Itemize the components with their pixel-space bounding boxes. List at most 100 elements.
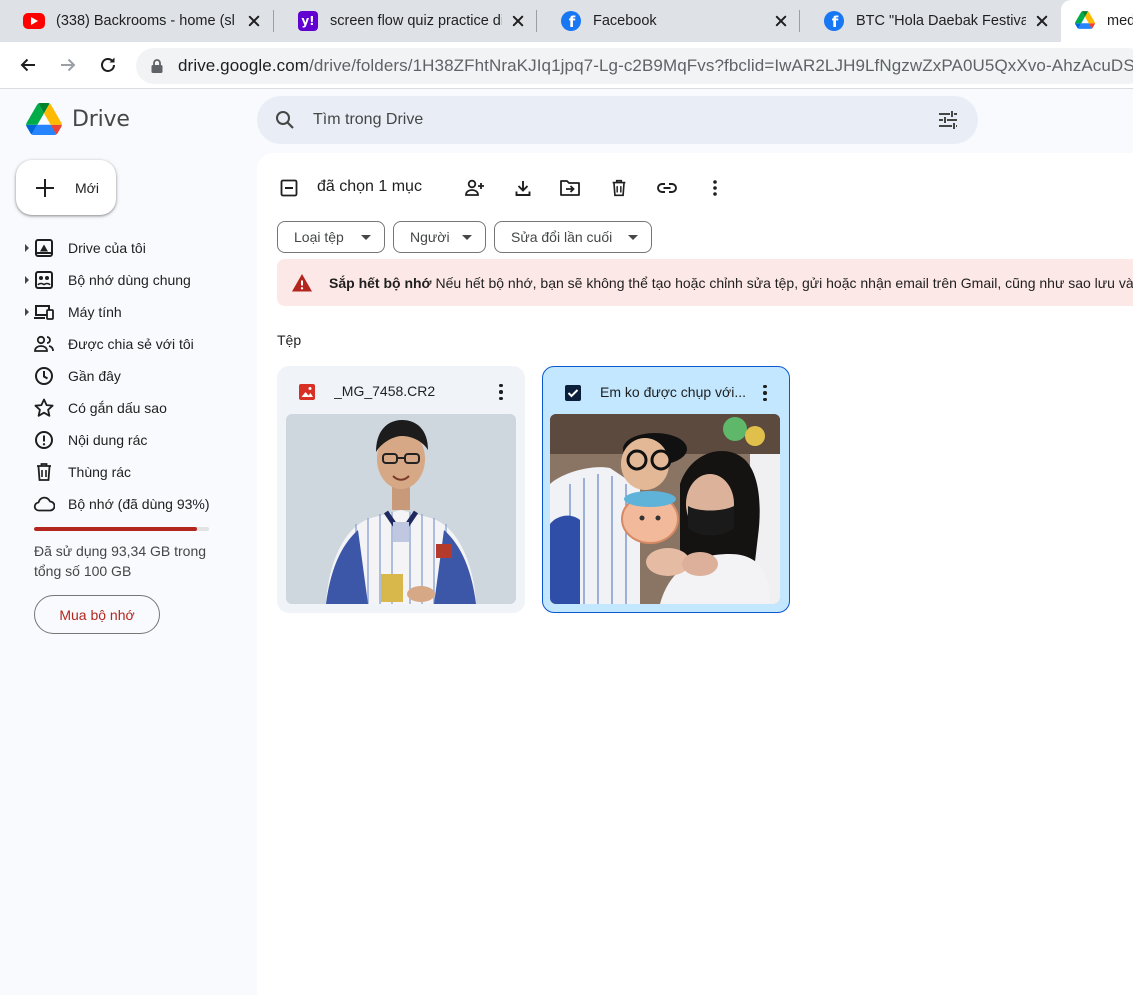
sidebar-item-computers[interactable]: Máy tính: [0, 296, 240, 328]
facebook-icon: f: [561, 11, 581, 31]
arrow-right-icon: [61, 58, 76, 72]
add-person-icon: [465, 179, 484, 196]
youtube-icon: [23, 11, 45, 31]
section-heading-files: Tệp: [277, 332, 302, 348]
checkbox-checked-icon[interactable]: [563, 383, 583, 403]
google-drive-logo-icon[interactable]: [26, 103, 62, 135]
reload-button[interactable]: [94, 51, 122, 79]
more-vert-icon: [713, 180, 717, 196]
clock-icon: [35, 367, 53, 385]
tab-title: med: [1107, 13, 1133, 29]
expand-arrow-icon[interactable]: [25, 308, 29, 316]
forward-button[interactable]: [54, 51, 82, 79]
expand-arrow-icon[interactable]: [25, 244, 29, 252]
file-card[interactable]: _MG_7458.CR2: [277, 366, 525, 613]
sidebar-item-starred[interactable]: Có gắn dấu sao: [0, 392, 240, 424]
app-title: Drive: [72, 107, 130, 132]
sidebar-item-label: Gần đây: [68, 368, 121, 384]
filter-label: Loại tệp: [294, 229, 344, 245]
selection-count: đã chọn 1 mục: [317, 178, 422, 195]
storage-usage-bar: [34, 527, 209, 531]
download-icon: [515, 181, 531, 196]
move-button[interactable]: [558, 176, 582, 200]
shared-drives-icon: [35, 271, 53, 289]
storage-usage-fill: [34, 527, 197, 531]
my-drive-icon: [35, 239, 53, 257]
share-button[interactable]: [463, 176, 487, 200]
browser-toolbar: drive.google.com/drive/folders/1H38ZFhtN…: [0, 42, 1133, 89]
dropdown-arrow-icon: [628, 235, 638, 240]
google-drive-icon: [1075, 11, 1095, 31]
trash-icon: [612, 179, 626, 197]
browser-tab[interactable]: (338) Backrooms - home (sl: [0, 0, 272, 42]
search-bar: [257, 96, 978, 144]
download-button[interactable]: [511, 176, 535, 200]
browser-tab[interactable]: f BTC "Hola Daebak Festival": [800, 0, 1060, 42]
reload-icon: [101, 57, 115, 72]
close-tab-icon[interactable]: [773, 13, 789, 29]
browser-tab-active[interactable]: med: [1061, 0, 1133, 42]
buy-storage-button[interactable]: Mua bộ nhớ: [34, 595, 160, 634]
move-to-folder-icon: [560, 180, 580, 196]
sidebar-item-label: Máy tính: [68, 304, 122, 320]
browser-tab[interactable]: f Facebook: [537, 0, 799, 42]
back-button[interactable]: [14, 51, 42, 79]
close-tab-icon[interactable]: [246, 13, 262, 29]
sidebar-item-trash[interactable]: Thùng rác: [0, 456, 240, 488]
lock-icon: [151, 59, 163, 73]
close-tab-icon[interactable]: [1034, 13, 1050, 29]
address-bar[interactable]: drive.google.com/drive/folders/1H38ZFhtN…: [136, 48, 1133, 84]
sidebar-item-label: Bộ nhớ (đã dùng 93%): [68, 496, 210, 512]
delete-button[interactable]: [607, 176, 631, 200]
filter-last-modified[interactable]: Sửa đổi lần cuối: [494, 221, 652, 253]
deselect-icon: [280, 179, 298, 197]
sidebar-item-label: Được chia sẻ với tôi: [68, 336, 194, 352]
filter-people[interactable]: Người: [393, 221, 486, 253]
alert-title: Sắp hết bộ nhớ: [329, 274, 432, 291]
url-host: drive.google.com: [178, 56, 310, 75]
close-tab-icon[interactable]: [510, 13, 526, 29]
storage-warning-banner: Sắp hết bộ nhớ Nếu hết bộ nhớ, bạn sẽ kh…: [277, 259, 1133, 306]
main-content: đã chọn 1 mục Loại tệp Người Sửa đổi lần…: [257, 153, 1133, 995]
facebook-icon: f: [824, 11, 844, 31]
sidebar-item-my-drive[interactable]: Drive của tôi: [0, 232, 240, 264]
tab-title: BTC "Hola Daebak Festival": [856, 13, 1026, 29]
filter-file-type[interactable]: Loại tệp: [277, 221, 385, 253]
search-options-icon[interactable]: [937, 109, 959, 131]
arrow-left-icon: [20, 58, 35, 72]
sidebar-item-label: Nội dung rác: [68, 432, 148, 448]
browser-tab-strip: (338) Backrooms - home (sl y! screen flo…: [0, 0, 1133, 42]
sidebar-item-storage[interactable]: Bộ nhớ (đã dùng 93%): [0, 488, 240, 520]
file-card-selected[interactable]: Em ko được chụp với...: [542, 366, 790, 613]
search-input[interactable]: [313, 108, 873, 132]
computers-icon: [34, 305, 54, 320]
copy-link-button[interactable]: [655, 176, 679, 200]
sidebar-item-shared-drives[interactable]: Bộ nhớ dùng chung: [0, 264, 240, 296]
sidebar-item-recent[interactable]: Gần đây: [0, 360, 240, 392]
browser-tab[interactable]: y! screen flow quiz practice di: [274, 0, 536, 42]
expand-arrow-icon[interactable]: [25, 276, 29, 284]
sidebar-nav: Drive của tôi Bộ nhớ dùng chung Máy tính…: [0, 232, 240, 520]
tab-title: Facebook: [593, 13, 657, 29]
yahoo-icon: y!: [298, 11, 318, 31]
new-button[interactable]: Mới: [16, 160, 116, 215]
file-name: _MG_7458.CR2: [334, 383, 436, 399]
more-vert-icon[interactable]: [753, 381, 777, 405]
more-vert-icon[interactable]: [489, 380, 513, 404]
file-thumbnail: [286, 414, 516, 604]
alert-body: Nếu hết bộ nhớ, bạn sẽ không thể tạo hoặ…: [435, 274, 1133, 291]
file-thumbnail: [550, 414, 780, 604]
filter-label: Sửa đổi lần cuối: [511, 229, 613, 245]
clear-selection-button[interactable]: [277, 176, 301, 200]
link-icon: [657, 183, 677, 193]
storage-usage-text: Đã sử dụng 93,34 GB trong tổng số 100 GB: [34, 543, 207, 579]
search-icon[interactable]: [274, 109, 296, 131]
more-actions-button[interactable]: [703, 176, 727, 200]
image-file-icon: [299, 384, 315, 400]
sidebar-item-spam[interactable]: Nội dung rác: [0, 424, 240, 456]
sidebar-item-label: Có gắn dấu sao: [68, 400, 167, 416]
file-name: Em ko được chụp với...: [600, 384, 746, 400]
filter-label: Người: [410, 229, 450, 245]
sidebar-item-label: Thùng rác: [68, 464, 132, 480]
sidebar-item-shared-with-me[interactable]: Được chia sẻ với tôi: [0, 328, 240, 360]
